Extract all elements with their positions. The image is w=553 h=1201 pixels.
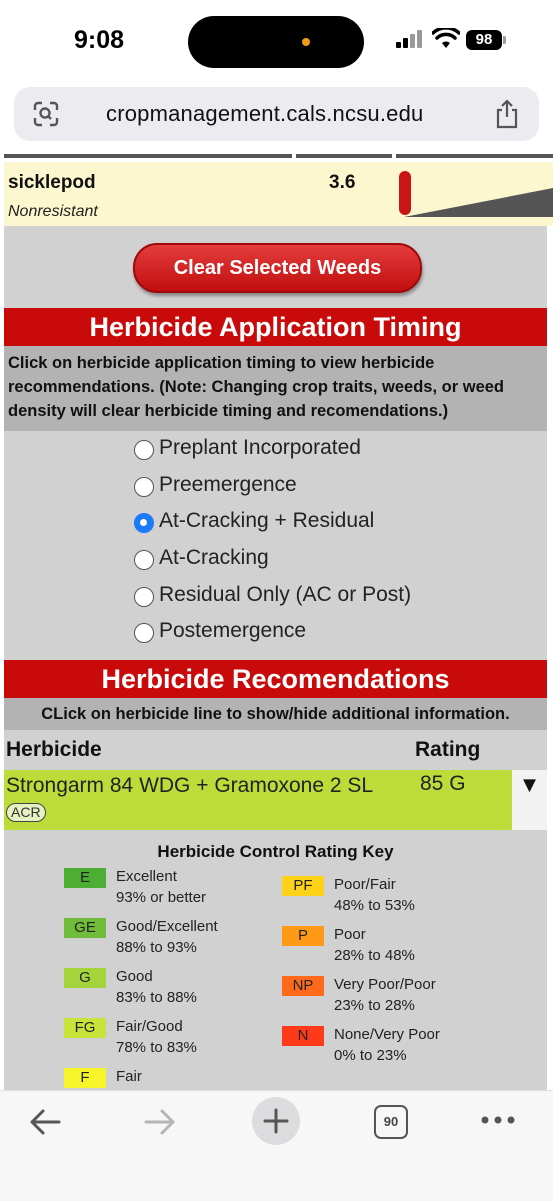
address-bar[interactable]: cropmanagement.cals.ncsu.edu bbox=[14, 87, 539, 141]
timing-header: Herbicide Application Timing bbox=[4, 308, 547, 346]
radio-button[interactable] bbox=[134, 587, 154, 607]
weed-density-value: 3.6 bbox=[329, 172, 356, 193]
rating-code-swatch: G bbox=[64, 968, 106, 988]
battery-indicator: 98 bbox=[466, 30, 502, 50]
dynamic-island bbox=[188, 16, 364, 68]
rating-label: Poor bbox=[334, 926, 366, 943]
herbicide-rating: 85 G bbox=[420, 772, 466, 795]
cellular-signal-icon bbox=[396, 30, 426, 48]
rating-label: Poor/Fair bbox=[334, 876, 396, 893]
herbicide-panel: Clear Selected Weeds Herbicide Applicati… bbox=[4, 226, 547, 1090]
forward-arrow-icon[interactable] bbox=[143, 1107, 177, 1137]
timing-option-label: Residual Only (AC or Post) bbox=[159, 583, 412, 606]
timing-option-label: Preemergence bbox=[159, 473, 297, 496]
rating-code-swatch: PF bbox=[282, 876, 324, 896]
density-slider[interactable] bbox=[398, 168, 553, 218]
plus-icon bbox=[263, 1108, 289, 1134]
radio-button[interactable] bbox=[134, 440, 154, 460]
url-text[interactable]: cropmanagement.cals.ncsu.edu bbox=[106, 101, 423, 127]
radio-button[interactable] bbox=[134, 623, 154, 643]
recommendation-row[interactable]: Strongarm 84 WDG + Gramoxone 2 SL ACR 85… bbox=[4, 770, 512, 830]
browser-toolbar: 90 bbox=[0, 1090, 553, 1201]
rating-range: 48% to 53% bbox=[334, 897, 415, 914]
rating-key-title: Herbicide Control Rating Key bbox=[157, 842, 394, 861]
timing-option-label: At-Cracking + Residual bbox=[159, 509, 375, 532]
battery-cap bbox=[503, 36, 506, 44]
rating-range: 23% to 28% bbox=[334, 997, 415, 1014]
rating-code-swatch: F bbox=[64, 1068, 106, 1088]
wifi-icon bbox=[432, 28, 460, 48]
rating-label: Excellent bbox=[116, 868, 177, 885]
weed-name: sicklepod bbox=[8, 172, 96, 193]
rating-code-swatch: P bbox=[282, 926, 324, 946]
rating-range: 28% to 48% bbox=[334, 947, 415, 964]
recommendations-instruction: CLick on herbicide line to show/hide add… bbox=[4, 698, 547, 730]
timing-option-label: Postemergence bbox=[159, 619, 307, 642]
timing-description: Click on herbicide application timing to… bbox=[4, 346, 547, 431]
radio-button[interactable] bbox=[134, 550, 154, 570]
rating-range: 83% to 88% bbox=[116, 989, 197, 1006]
rating-range: 93% or better bbox=[116, 889, 207, 906]
rating-label: Good bbox=[116, 968, 153, 985]
rating-range: 78% to 83% bbox=[116, 1039, 197, 1056]
rating-code-swatch: FG bbox=[64, 1018, 106, 1038]
status-time: 9:08 bbox=[74, 26, 125, 54]
status-bar: 9:08 98 bbox=[0, 0, 553, 80]
rating-code-swatch: GE bbox=[64, 918, 106, 938]
web-page: sicklepod Nonresistant 3.6 Clear Selecte… bbox=[0, 150, 553, 1090]
herbicide-name: Strongarm 84 WDG + Gramoxone 2 SL bbox=[6, 774, 373, 797]
rating-label: Good/Excellent bbox=[116, 918, 218, 935]
rating-range: 88% to 93% bbox=[116, 939, 197, 956]
back-arrow-icon[interactable] bbox=[28, 1107, 62, 1137]
more-options-icon[interactable] bbox=[480, 1115, 516, 1125]
rating-code-swatch: NP bbox=[282, 976, 324, 996]
radio-button-selected[interactable] bbox=[134, 513, 154, 533]
selected-weed-row[interactable]: sicklepod Nonresistant 3.6 bbox=[4, 162, 553, 226]
rating-code-swatch: N bbox=[282, 1026, 324, 1046]
rating-label: None/Very Poor bbox=[334, 1026, 440, 1043]
recommendations-header: Herbicide Recomendations bbox=[4, 660, 547, 698]
timing-option-label: Preplant Incorporated bbox=[159, 436, 361, 459]
new-tab-button[interactable] bbox=[252, 1097, 300, 1145]
visual-lookup-icon[interactable] bbox=[32, 101, 60, 127]
rating-code-swatch: E bbox=[64, 868, 106, 888]
expand-toggle-icon[interactable]: ▼ bbox=[512, 770, 547, 830]
rating-range: 0% to 23% bbox=[334, 1047, 407, 1064]
tabs-button[interactable]: 90 bbox=[374, 1105, 408, 1139]
privacy-indicator-icon bbox=[302, 38, 310, 46]
table-top-border bbox=[4, 154, 553, 160]
rating-label: Fair/Good bbox=[116, 1018, 183, 1035]
herbicide-name-cell: Strongarm 84 WDG + Gramoxone 2 SL ACR bbox=[6, 772, 376, 826]
acr-badge: ACR bbox=[6, 803, 46, 822]
share-icon[interactable] bbox=[494, 99, 520, 129]
radio-button[interactable] bbox=[134, 477, 154, 497]
clear-selected-weeds-button[interactable]: Clear Selected Weeds bbox=[133, 243, 422, 293]
herbicide-column-header: Herbicide bbox=[6, 738, 102, 761]
rating-column-header: Rating bbox=[415, 738, 481, 761]
weed-resistance: Nonresistant bbox=[8, 203, 98, 220]
rating-label: Fair bbox=[116, 1068, 142, 1085]
timing-option-label: At-Cracking bbox=[159, 546, 269, 569]
rating-label: Very Poor/Poor bbox=[334, 976, 436, 993]
